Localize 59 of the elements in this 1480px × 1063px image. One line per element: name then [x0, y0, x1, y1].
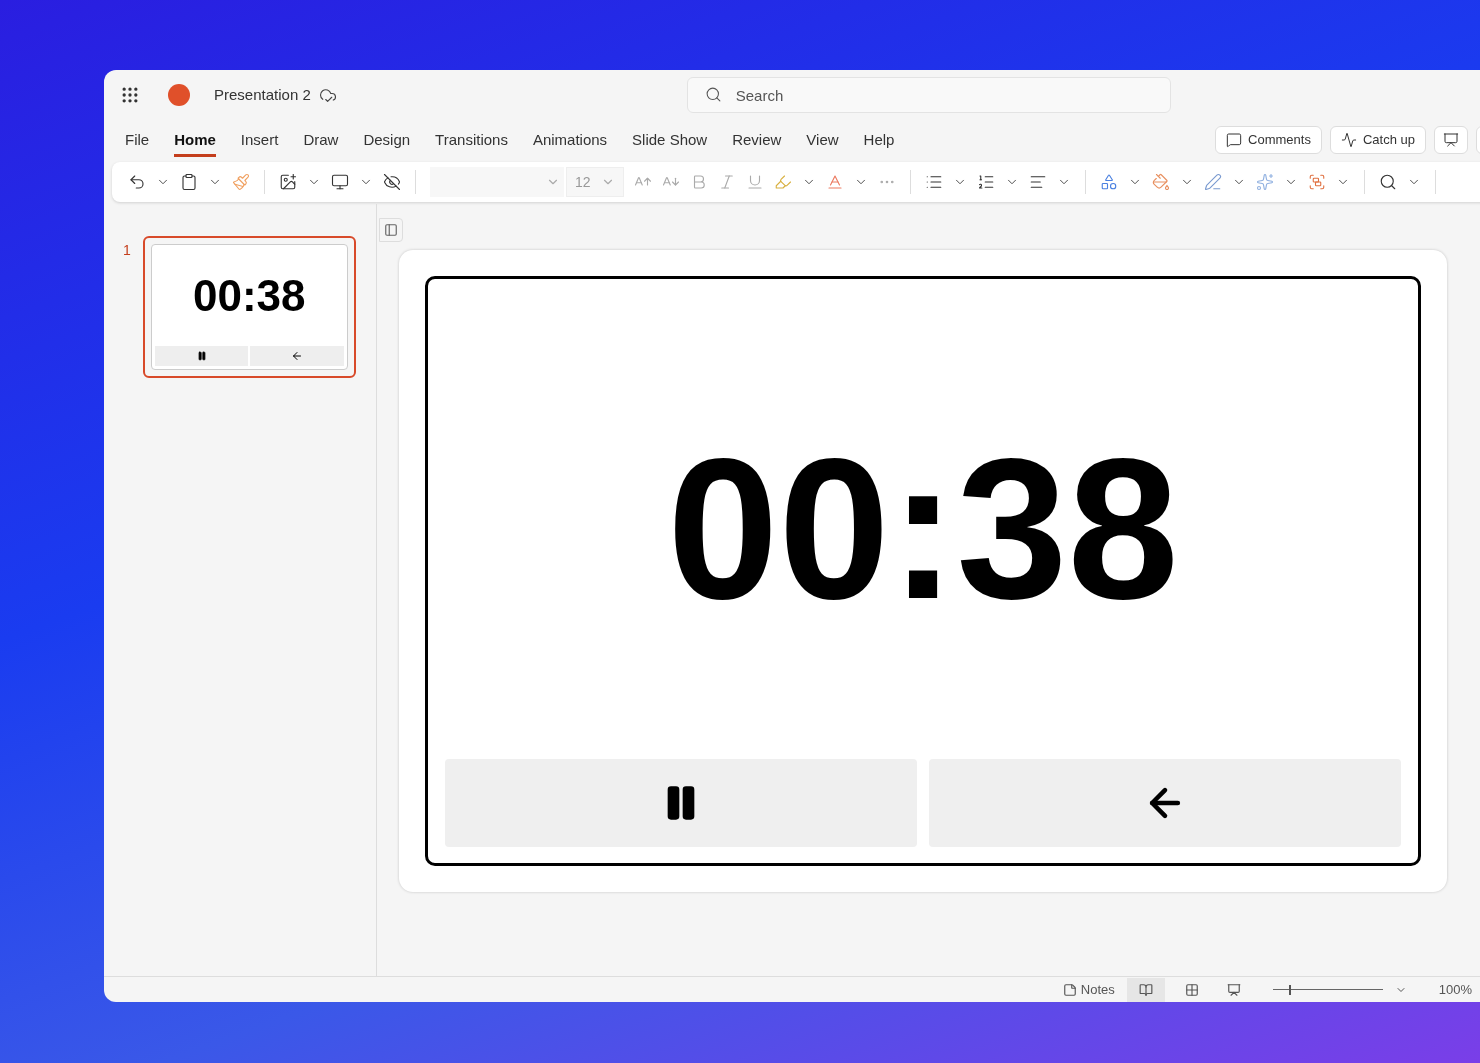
menu-tab[interactable]: View — [806, 123, 839, 157]
window-title: Presentation 2 — [214, 84, 311, 105]
present-button[interactable] — [1434, 126, 1468, 154]
pulse-icon — [1340, 132, 1357, 148]
normal-view-icon — [1138, 982, 1153, 997]
app-launcher-icon[interactable] — [120, 85, 140, 105]
find-icon[interactable] — [1379, 173, 1397, 191]
pause-button[interactable] — [445, 759, 917, 847]
normal-view-button[interactable] — [1126, 977, 1165, 1002]
layout-icon[interactable] — [331, 173, 349, 191]
zoom-level[interactable]: 100% — [1438, 979, 1472, 1000]
notes-icon — [1062, 982, 1077, 997]
undo-icon[interactable] — [128, 173, 146, 191]
timer-text: 00:38 — [667, 429, 1179, 629]
menu-tab[interactable]: Design — [363, 123, 411, 157]
clipboard-icon[interactable] — [180, 173, 198, 191]
search-field[interactable]: Search — [686, 77, 1171, 113]
notes-button[interactable]: Notes — [1062, 979, 1115, 1000]
pause-icon — [196, 351, 207, 361]
search-icon — [704, 86, 722, 103]
panel-icon — [384, 223, 398, 237]
menu-tab[interactable]: Home — [174, 123, 216, 157]
shapes-icon[interactable] — [1100, 173, 1118, 191]
hide-icon[interactable] — [383, 173, 401, 191]
menu-tab[interactable]: Insert — [240, 123, 279, 157]
outline-icon[interactable] — [1204, 173, 1222, 191]
fill-icon[interactable] — [1152, 173, 1170, 191]
app-logo-icon[interactable] — [168, 84, 190, 106]
panel-toggle-button[interactable] — [379, 218, 403, 242]
slide-thumbnail[interactable]: 00:38 — [142, 236, 356, 378]
slide-sorter-icon[interactable] — [1184, 982, 1199, 997]
zoom-slider-thumb[interactable] — [1289, 984, 1292, 995]
menu-tab[interactable]: Transitions — [435, 123, 508, 157]
new-slide-icon[interactable] — [279, 173, 297, 191]
menu-tab[interactable]: Draw — [303, 123, 339, 157]
menu-tab[interactable]: Slide Show — [632, 123, 708, 157]
numbered-list-icon[interactable] — [977, 173, 995, 191]
font-color-icon[interactable] — [826, 173, 844, 191]
presentation-icon[interactable] — [1226, 982, 1241, 997]
format-painter-icon[interactable] — [232, 173, 250, 191]
menu-tab[interactable]: File — [125, 123, 150, 157]
effects-icon[interactable] — [1256, 173, 1274, 191]
zoom-slider[interactable] — [1272, 983, 1383, 996]
slide-number: 1 — [123, 241, 131, 260]
menu-tab[interactable]: Review — [732, 123, 782, 157]
presentation-icon — [1443, 132, 1459, 148]
menu-tab[interactable]: Animations — [532, 123, 608, 157]
arrow-left-icon — [291, 350, 304, 362]
catch-up-button[interactable]: Catch up — [1329, 126, 1426, 154]
bullet-list-icon[interactable] — [925, 173, 943, 191]
underline-icon[interactable] — [746, 173, 764, 191]
comments-button[interactable]: Comments — [1215, 126, 1322, 154]
timer-text: 00:38 — [193, 269, 306, 322]
arrange-icon[interactable] — [1308, 173, 1326, 191]
menu-tab[interactable]: Help — [863, 123, 895, 157]
cloud-check-icon[interactable] — [318, 86, 337, 104]
font-name-field[interactable] — [430, 167, 564, 197]
comment-icon — [1226, 132, 1243, 148]
align-icon[interactable] — [1029, 173, 1047, 191]
